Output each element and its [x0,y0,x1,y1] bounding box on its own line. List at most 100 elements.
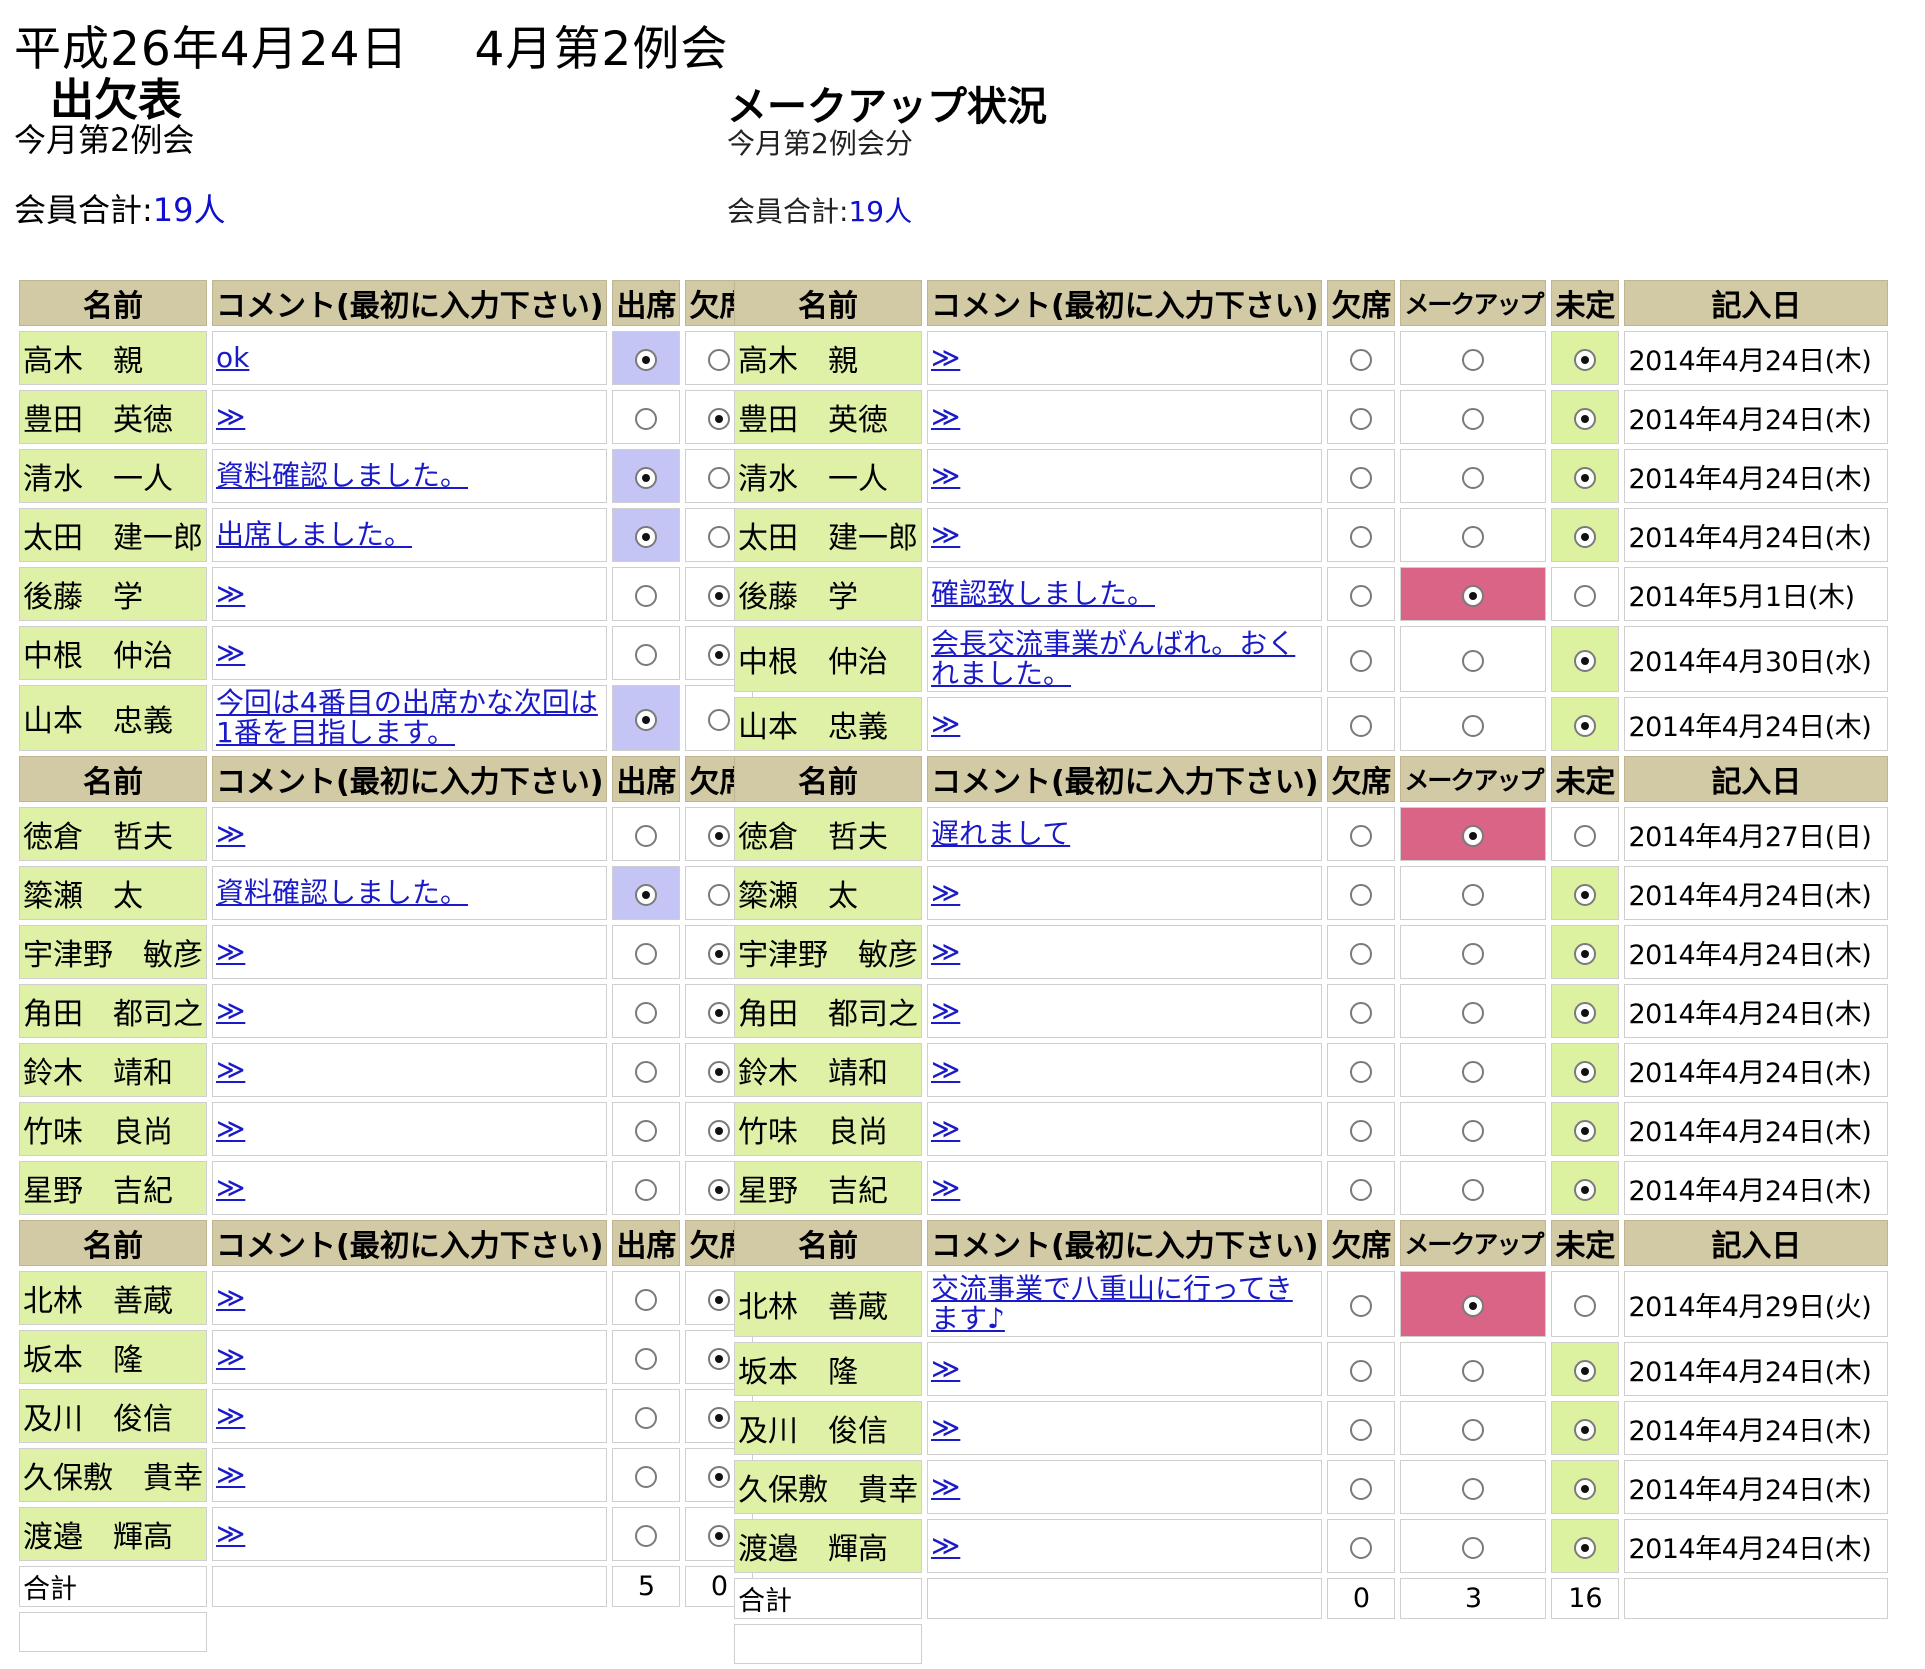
absent-radio[interactable] [1350,1537,1373,1559]
comment-link[interactable]: ≫ [216,636,245,669]
comment-link[interactable]: ≫ [216,1458,245,1491]
undecided-radio[interactable] [1574,1061,1597,1083]
makeup-radio[interactable] [1462,1419,1485,1441]
comment-link[interactable]: ≫ [931,1112,960,1145]
comment-link[interactable]: ≫ [216,817,245,850]
undecided-radio[interactable] [1574,1419,1597,1441]
absent-radio[interactable] [708,1525,731,1547]
undecided-radio[interactable] [1574,884,1597,906]
undecided-radio[interactable] [1574,715,1597,737]
makeup-radio[interactable] [1462,825,1485,847]
undecided-radio[interactable] [1574,1295,1597,1317]
absent-radio[interactable] [708,1289,731,1311]
present-radio[interactable] [635,1120,658,1142]
comment-link[interactable]: 今回は4番目の出席かな次回は1番を目指します。 [216,686,598,749]
undecided-radio[interactable] [1574,526,1597,548]
comment-link[interactable]: ≫ [931,876,960,909]
undecided-radio[interactable] [1574,585,1597,607]
undecided-radio[interactable] [1574,1537,1597,1559]
comment-link[interactable]: ≫ [931,341,960,374]
makeup-radio[interactable] [1462,1478,1485,1500]
absent-radio[interactable] [708,408,731,430]
undecided-radio[interactable] [1574,1120,1597,1142]
comment-link[interactable]: 出席しました。 [216,518,412,551]
present-radio[interactable] [635,1407,658,1429]
absent-radio[interactable] [708,1120,731,1142]
absent-radio[interactable] [1350,1295,1373,1317]
absent-radio[interactable] [1350,467,1373,489]
absent-radio[interactable] [1350,1478,1373,1500]
absent-radio[interactable] [708,585,731,607]
makeup-radio[interactable] [1462,884,1485,906]
present-radio[interactable] [635,585,658,607]
comment-link[interactable]: ≫ [216,935,245,968]
comment-link[interactable]: ≫ [931,1171,960,1204]
absent-radio[interactable] [1350,1061,1373,1083]
absent-radio[interactable] [708,709,731,731]
comment-link[interactable]: ≫ [931,1529,960,1562]
undecided-radio[interactable] [1574,825,1597,847]
present-radio[interactable] [635,1289,658,1311]
makeup-radio[interactable] [1462,715,1485,737]
absent-radio[interactable] [1350,825,1373,847]
makeup-radio[interactable] [1462,1295,1485,1317]
comment-link[interactable]: ≫ [931,459,960,492]
makeup-radio[interactable] [1462,943,1485,965]
absent-radio[interactable] [708,884,731,906]
comment-link[interactable]: 資料確認しました。 [216,876,468,909]
comment-link[interactable]: ≫ [216,1171,245,1204]
comment-link[interactable]: ok [216,341,249,374]
makeup-radio[interactable] [1462,408,1485,430]
comment-link[interactable]: ≫ [216,1340,245,1373]
absent-radio[interactable] [1350,884,1373,906]
present-radio[interactable] [635,1466,658,1488]
present-radio[interactable] [635,943,658,965]
undecided-radio[interactable] [1574,1360,1597,1382]
makeup-radio[interactable] [1462,349,1485,371]
present-radio[interactable] [635,709,658,731]
present-radio[interactable] [635,825,658,847]
absent-radio[interactable] [708,825,731,847]
comment-link[interactable]: ≫ [216,1112,245,1145]
absent-radio[interactable] [708,943,731,965]
absent-radio[interactable] [1350,585,1373,607]
comment-link[interactable]: ≫ [931,518,960,551]
comment-link[interactable]: ≫ [931,994,960,1027]
present-radio[interactable] [635,408,658,430]
absent-radio[interactable] [1350,650,1373,672]
absent-radio[interactable] [1350,715,1373,737]
comment-link[interactable]: 交流事業で八重山に行ってきます♪ [931,1272,1293,1335]
makeup-radio[interactable] [1462,1061,1485,1083]
absent-radio[interactable] [1350,1360,1373,1382]
undecided-radio[interactable] [1574,408,1597,430]
absent-radio[interactable] [1350,408,1373,430]
absent-radio[interactable] [1350,526,1373,548]
absent-radio[interactable] [708,526,731,548]
makeup-radio[interactable] [1462,585,1485,607]
absent-radio[interactable] [708,467,731,489]
absent-radio[interactable] [708,1466,731,1488]
undecided-radio[interactable] [1574,1478,1597,1500]
absent-radio[interactable] [708,349,731,371]
present-radio[interactable] [635,1348,658,1370]
makeup-radio[interactable] [1462,1360,1485,1382]
present-radio[interactable] [635,467,658,489]
undecided-radio[interactable] [1574,650,1597,672]
makeup-radio[interactable] [1462,650,1485,672]
makeup-radio[interactable] [1462,1537,1485,1559]
absent-radio[interactable] [708,1348,731,1370]
comment-link[interactable]: ≫ [931,707,960,740]
present-radio[interactable] [635,1002,658,1024]
absent-radio[interactable] [708,1061,731,1083]
undecided-radio[interactable] [1574,467,1597,489]
present-radio[interactable] [635,1061,658,1083]
comment-link[interactable]: ≫ [216,400,245,433]
makeup-radio[interactable] [1462,1179,1485,1201]
undecided-radio[interactable] [1574,943,1597,965]
comment-link[interactable]: 会長交流事業がんばれ。おくれました。 [931,627,1295,690]
absent-radio[interactable] [1350,349,1373,371]
comment-link[interactable]: ≫ [931,1352,960,1385]
present-radio[interactable] [635,1179,658,1201]
absent-radio[interactable] [708,1407,731,1429]
comment-link[interactable]: ≫ [216,1053,245,1086]
